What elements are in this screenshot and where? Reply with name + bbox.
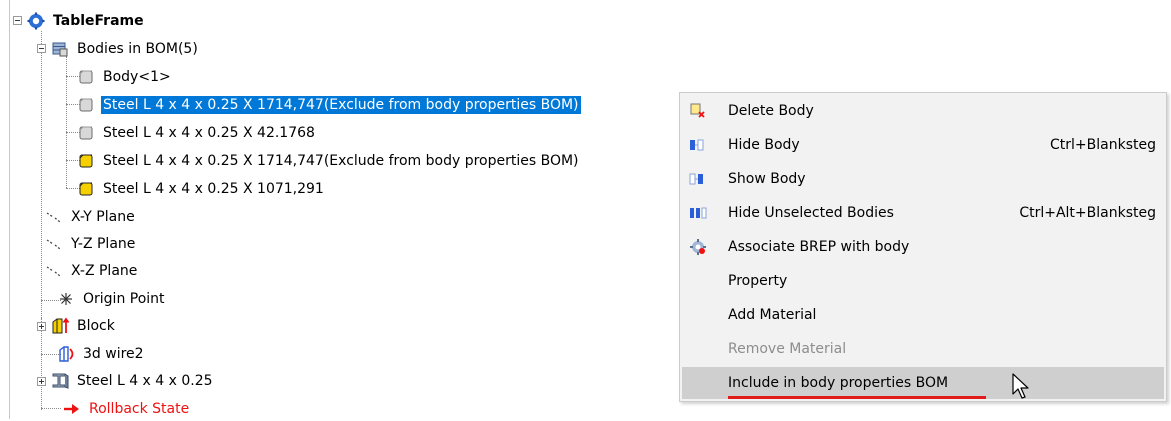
- menu-item-label: Property: [728, 273, 788, 289]
- tree-node-label: Steel L 4 x 4 x 0.25 X 42.1768: [103, 125, 315, 141]
- menu-item-label: Delete Body: [728, 103, 814, 119]
- menu-item-label: Include in body properties BOM: [728, 375, 949, 391]
- tree-node-label: X-Y Plane: [71, 209, 135, 225]
- delete-body-icon: [688, 101, 708, 121]
- tree-node-label: Steel L 4 x 4 x 0.25 X 1714,747(Exclude …: [103, 153, 579, 169]
- menu-item-shortcut: Ctrl+Blanksteg: [1050, 137, 1156, 153]
- body-yellow-icon: [76, 179, 96, 199]
- tree-node-bodies-in-bom[interactable]: Bodies in BOM(5): [50, 37, 200, 61]
- tree-node-body[interactable]: Body<1>: [76, 65, 173, 89]
- menu-item-remove-material: Remove Material: [682, 333, 1164, 365]
- block-icon: [50, 316, 70, 336]
- tree-node-body[interactable]: Steel L 4 x 4 x 0.25 X 1071,291: [76, 177, 326, 201]
- steel-profile-icon: [50, 371, 70, 391]
- menu-item-label: Hide Unselected Bodies: [728, 205, 894, 221]
- tree-node-3d-wire[interactable]: 3d wire2: [56, 342, 146, 366]
- expand-toggle[interactable]: [37, 322, 46, 331]
- expand-toggle[interactable]: [37, 377, 46, 386]
- tree-node-label: Steel L 4 x 4 x 0.25: [77, 373, 213, 389]
- tree-node-label: Steel L 4 x 4 x 0.25 X 1071,291: [103, 181, 324, 197]
- rollback-arrow-icon: [62, 399, 82, 419]
- tree-node-rollback-state[interactable]: Rollback State: [62, 397, 191, 421]
- tree-connector: [41, 408, 61, 409]
- menu-item-label: Associate BREP with body: [728, 239, 910, 255]
- menu-item-delete-body[interactable]: Delete Body: [682, 95, 1164, 127]
- body-gray-icon: [76, 123, 96, 143]
- bodies-folder-icon: [50, 39, 70, 59]
- menu-item-associate-brep[interactable]: Associate BREP with body: [682, 231, 1164, 263]
- tree-node-label: TableFrame: [53, 13, 144, 29]
- body-yellow-icon: [76, 151, 96, 171]
- tree-node-label: Bodies in BOM(5): [77, 41, 198, 57]
- tree-node-label: 3d wire2: [83, 346, 144, 362]
- menu-item-label: Hide Body: [728, 137, 800, 153]
- plane-icon: [44, 261, 64, 281]
- menu-item-label: Show Body: [728, 171, 806, 187]
- collapse-toggle[interactable]: [13, 16, 22, 25]
- associate-brep-icon: [688, 237, 708, 257]
- tree-node-label: Y-Z Plane: [71, 236, 136, 252]
- collapse-toggle[interactable]: [37, 44, 46, 53]
- feature-tree: TableFrame Bodies in BOM(5) Body<1> Stee…: [0, 0, 680, 419]
- context-menu: Delete Body Hide Body Ctrl+Blanksteg Sho…: [679, 92, 1167, 402]
- tree-guide-line: [9, 0, 10, 419]
- tree-node-label: Body<1>: [103, 69, 171, 85]
- origin-point-icon: [56, 289, 76, 309]
- menu-item-shortcut: Ctrl+Alt+Blanksteg: [1019, 205, 1156, 221]
- menu-item-show-body[interactable]: Show Body: [682, 163, 1164, 195]
- menu-item-label: Add Material: [728, 307, 817, 323]
- hide-unselected-icon: [688, 203, 708, 223]
- 3d-wire-icon: [56, 344, 76, 364]
- tree-node-label: Steel L 4 x 4 x 0.25 X 1714,747(Exclude …: [101, 96, 581, 114]
- tree-node-label: Block: [77, 318, 115, 334]
- tree-node-origin-point[interactable]: Origin Point: [56, 287, 167, 311]
- plane-icon: [44, 207, 64, 227]
- tree-node-steel-profile[interactable]: Steel L 4 x 4 x 0.25: [50, 369, 215, 393]
- tree-node-body-selected[interactable]: Steel L 4 x 4 x 0.25 X 1714,747(Exclude …: [76, 93, 581, 117]
- menu-item-hide-unselected-bodies[interactable]: Hide Unselected Bodies Ctrl+Alt+Blankste…: [682, 197, 1164, 229]
- menu-item-add-material[interactable]: Add Material: [682, 299, 1164, 331]
- menu-item-hide-body[interactable]: Hide Body Ctrl+Blanksteg: [682, 129, 1164, 161]
- mouse-pointer-icon: [1011, 372, 1033, 402]
- tree-node-label: X-Z Plane: [71, 263, 138, 279]
- menu-item-include-in-bom[interactable]: Include in body properties BOM: [682, 367, 1164, 399]
- body-gray-icon: [76, 95, 96, 115]
- tree-node-body[interactable]: Steel L 4 x 4 x 0.25 X 42.1768: [76, 121, 317, 145]
- tree-connector: [41, 31, 42, 318]
- tree-node-tableframe[interactable]: TableFrame: [26, 9, 146, 33]
- tree-node-xz-plane[interactable]: X-Z Plane: [44, 259, 139, 283]
- red-underline-annotation: [728, 396, 986, 399]
- tree-node-block[interactable]: Block: [50, 314, 117, 338]
- tree-node-yz-plane[interactable]: Y-Z Plane: [44, 232, 137, 256]
- assembly-gear-icon: [26, 11, 46, 31]
- tree-node-label: Origin Point: [83, 291, 165, 307]
- hide-body-icon: [688, 135, 708, 155]
- menu-item-label: Remove Material: [728, 341, 847, 357]
- menu-item-property[interactable]: Property: [682, 265, 1164, 297]
- tree-node-body[interactable]: Steel L 4 x 4 x 0.25 X 1714,747(Exclude …: [76, 149, 581, 173]
- plane-icon: [44, 234, 64, 254]
- body-gray-icon: [76, 67, 96, 87]
- show-body-icon: [688, 169, 708, 189]
- tree-connector: [41, 318, 42, 410]
- tree-node-label: Rollback State: [89, 401, 190, 417]
- tree-node-xy-plane[interactable]: X-Y Plane: [44, 205, 137, 229]
